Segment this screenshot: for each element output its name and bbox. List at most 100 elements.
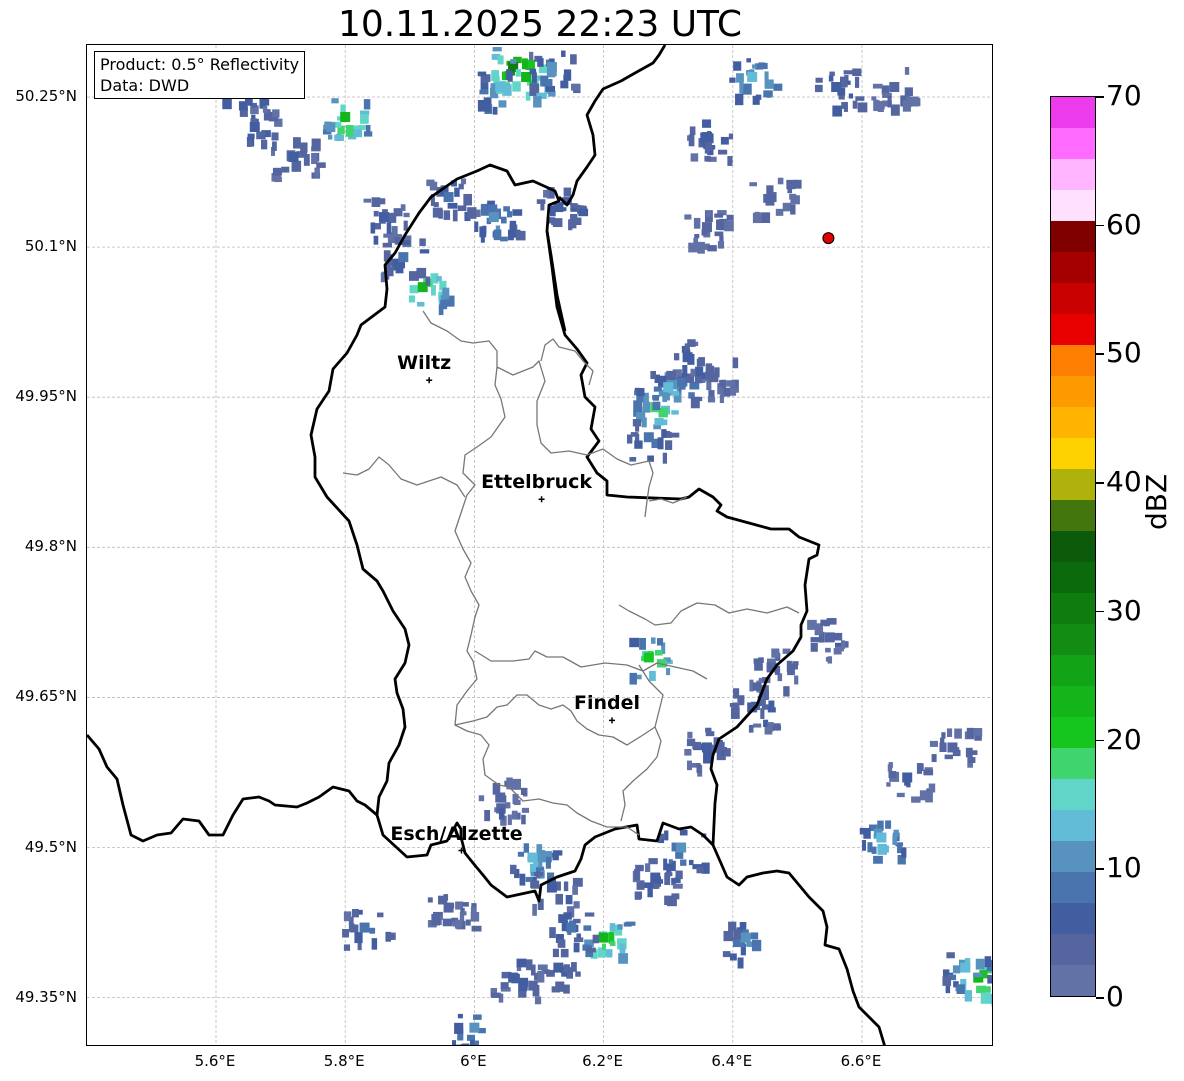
radar-echo-cell: [829, 71, 835, 76]
radar-echo-cell: [727, 156, 733, 166]
radar-echo-cell: [746, 58, 751, 63]
radar-echo-core: [566, 922, 577, 933]
radar-echo-cell: [518, 990, 527, 998]
radar-echo-core: [643, 432, 654, 443]
radar-echo-cell: [453, 1044, 461, 1045]
radar-echo-cell: [519, 873, 526, 886]
radar-echo-cell: [758, 657, 764, 663]
radar-echo-cell: [537, 58, 544, 67]
radar-echo-cell: [752, 64, 757, 69]
radar-echo-cell: [573, 901, 580, 909]
radar-echo-cell: [360, 114, 369, 124]
radar-echo-cell: [479, 89, 489, 95]
radar-echo-cell: [857, 102, 868, 113]
radar-echo-cell: [440, 299, 448, 310]
radar-echo-cell: [980, 992, 991, 1004]
radar-echo-cell: [680, 859, 687, 866]
radar-echo-cell: [247, 133, 255, 139]
radar-echo-cell: [474, 221, 479, 232]
radar-echo-cell: [560, 948, 569, 958]
radar-echo-cell: [363, 131, 373, 137]
radar-echo-cell: [501, 216, 507, 224]
radar-echo-core: [546, 882, 557, 893]
radar-echo-cell: [777, 177, 784, 185]
radar-echo-cell: [629, 672, 637, 685]
radar-echo-cell: [442, 287, 450, 300]
radar-echo-cell: [923, 769, 934, 776]
colorbar-segment: [1051, 841, 1095, 872]
radar-echo-core: [650, 872, 661, 883]
radar-echo-core: [488, 212, 499, 223]
radar-echo-cell: [482, 225, 487, 234]
colorbar-segment: [1051, 779, 1095, 810]
radar-echo-cell: [447, 202, 458, 209]
lat-tick-label: 49.35°N: [15, 987, 77, 1006]
radar-echo-cell: [636, 388, 645, 397]
radar-echo-cell: [571, 83, 580, 91]
radar-echo-cell: [348, 923, 355, 932]
radar-echo-cell: [814, 630, 821, 636]
radar-echo-cell: [975, 958, 985, 970]
radar-echo-cell: [363, 99, 371, 110]
radar-echo-cell: [752, 95, 760, 105]
radar-echo-cell: [827, 656, 833, 664]
radar-echo-cell: [555, 981, 565, 992]
radar-echo-cell: [334, 134, 344, 141]
radar-echo-cell: [729, 77, 736, 83]
radar-echo-cell: [537, 970, 545, 983]
radar-echo-cell: [751, 939, 762, 952]
radar-echo-cell: [619, 943, 626, 954]
radar-echo-cell: [737, 957, 744, 969]
radar-echo-cell: [432, 207, 443, 218]
radar-echo-cell: [696, 358, 702, 367]
product-info-box: Product: 0.5° Reflectivity Data: DWD: [94, 51, 306, 99]
radar-echo-cell: [754, 663, 763, 671]
radar-echo-cell: [733, 61, 742, 71]
radar-echo-cell: [343, 911, 352, 922]
radar-echo-cell: [526, 959, 533, 971]
radar-echo-cell: [717, 241, 725, 249]
radar-echo-cell: [573, 918, 581, 924]
radar-echo-cell: [862, 840, 867, 851]
radar-echo-cell: [892, 835, 898, 845]
radar-echo-cell: [984, 956, 992, 968]
radar-echo-cell: [443, 210, 451, 220]
radar-map[interactable]: [86, 44, 993, 1046]
radar-echo-cell: [509, 220, 517, 233]
radar-echo-cell: [618, 953, 628, 964]
radar-echo-cell: [534, 996, 542, 1005]
radar-echo-cell: [718, 149, 728, 155]
radar-echo-cell: [654, 649, 663, 656]
radar-echo-cell: [677, 377, 686, 388]
radar-echo-cell: [262, 105, 268, 113]
radar-echo-cell: [331, 98, 339, 104]
radar-echo-cell: [887, 764, 893, 772]
radar-echo-cell: [571, 203, 578, 209]
radar-echo-cell: [671, 893, 680, 900]
radar-echo-cell: [510, 59, 517, 64]
colorbar-segment: [1051, 190, 1095, 221]
radar-echo-cell: [433, 202, 439, 208]
radar-echo-core: [747, 71, 758, 82]
radar-echo-cell: [790, 204, 796, 215]
radar-echo-cell: [670, 432, 680, 438]
radar-echo-cell: [507, 211, 513, 218]
radar-echo-cell: [896, 792, 905, 798]
colorbar-segment: [1051, 748, 1095, 779]
radar-echo-cell: [517, 851, 525, 857]
radar-echo-cell: [528, 51, 534, 60]
radar-echo-cell: [272, 141, 277, 151]
radar-echo-cell: [493, 229, 502, 241]
radar-echo-core: [643, 652, 654, 663]
radar-echo-cell: [417, 301, 425, 307]
radar-echo-cell: [462, 902, 469, 907]
radar-echo-cell: [484, 809, 491, 822]
colorbar-segment: [1051, 252, 1095, 283]
radar-echo-cell: [363, 198, 372, 203]
radar-echo-cell: [662, 452, 668, 464]
radar-echo-cell: [767, 707, 776, 713]
radar-echo-cell: [735, 93, 744, 106]
radar-echo-cell: [773, 83, 783, 91]
radar-echo-cell: [377, 912, 384, 918]
radar-echo-cell: [656, 638, 664, 646]
